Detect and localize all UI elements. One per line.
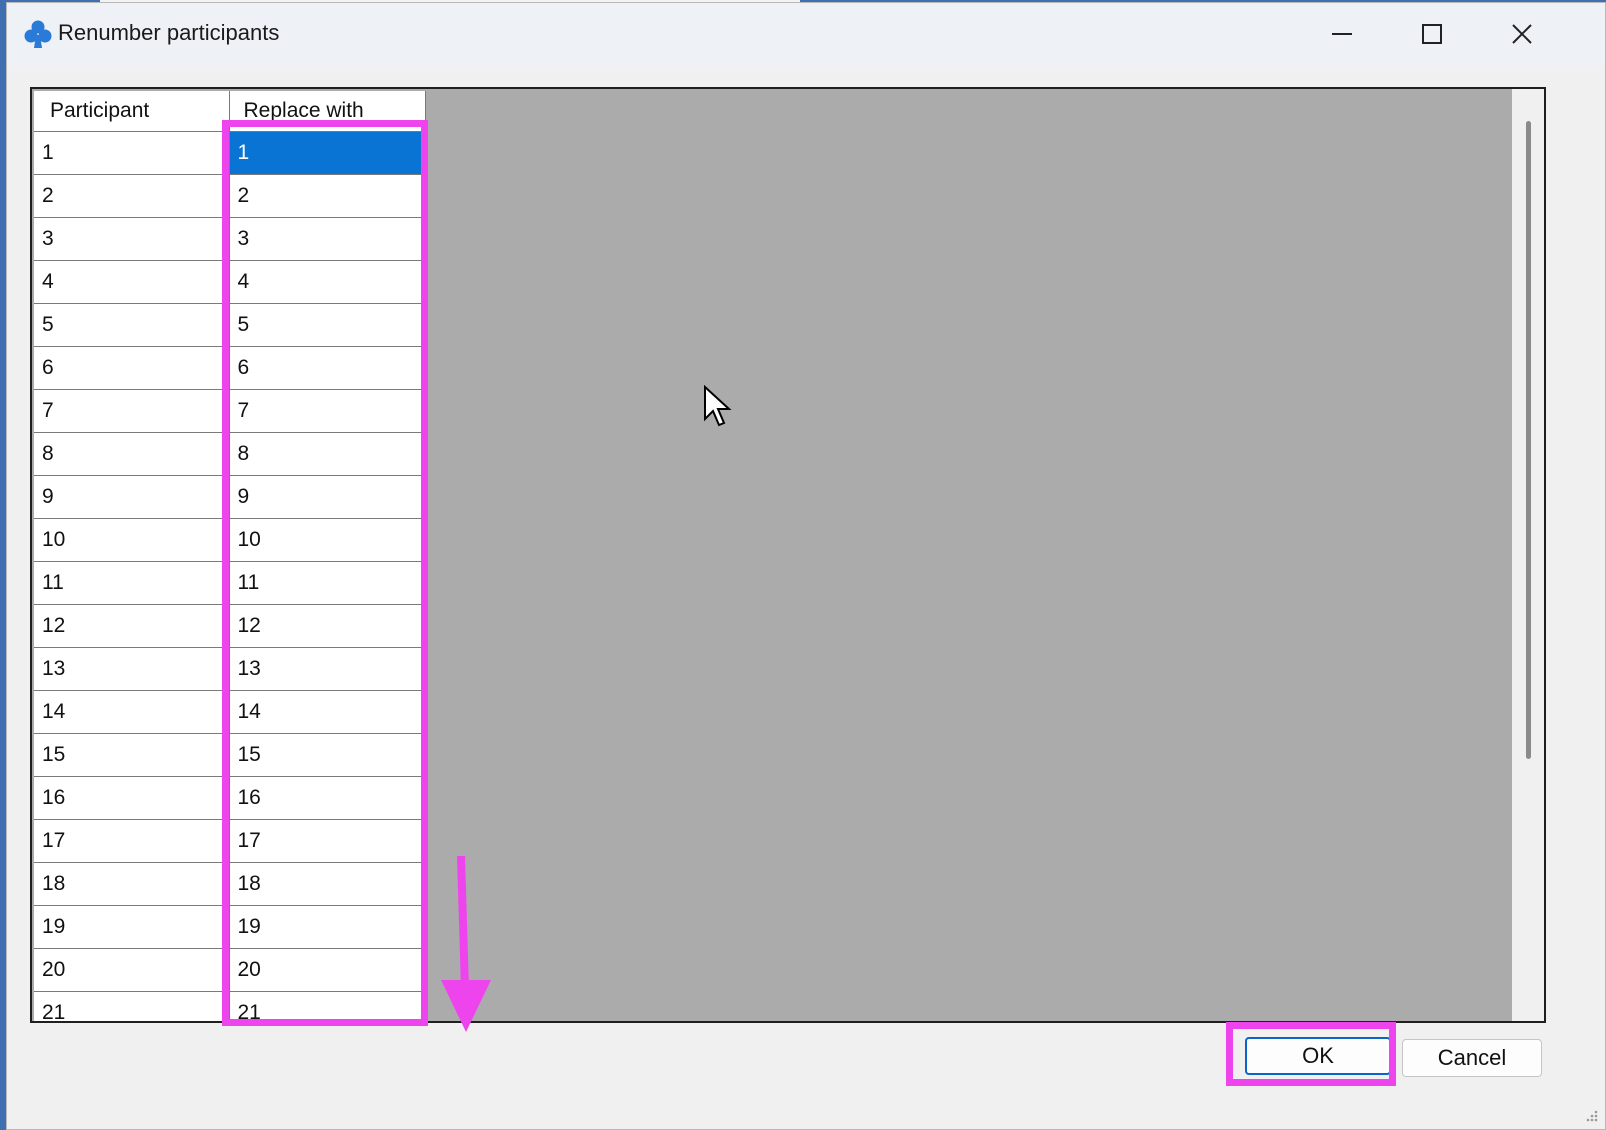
title-bar: Renumber participants: [7, 3, 1605, 65]
table-row[interactable]: 15 15: [34, 732, 426, 777]
table-row[interactable]: 11: [34, 130, 426, 175]
participant-cell[interactable]: 17: [34, 818, 230, 863]
vertical-scrollbar[interactable]: [1512, 89, 1544, 1021]
replace-with-cell[interactable]: 10: [228, 517, 426, 562]
table-row[interactable]: 13 13: [34, 646, 426, 691]
replace-with-cell[interactable]: 6: [228, 345, 426, 390]
renumber-dialog: Renumber participants Participant Replac…: [6, 2, 1606, 1130]
table-row[interactable]: 18 18: [34, 861, 426, 906]
table-row[interactable]: 21 21: [34, 990, 426, 1021]
participant-cell[interactable]: 11: [34, 560, 230, 605]
maximize-button[interactable]: [1387, 3, 1477, 65]
participant-cell[interactable]: 1: [34, 130, 230, 175]
participant-cell[interactable]: 4: [34, 259, 230, 304]
table-row[interactable]: 11 11: [34, 560, 426, 605]
replace-with-cell[interactable]: 2: [228, 173, 426, 218]
replace-with-cell[interactable]: 19: [228, 904, 426, 949]
replace-with-cell[interactable]: 14: [228, 689, 426, 734]
close-icon: [1512, 24, 1532, 44]
cancel-button[interactable]: Cancel: [1402, 1039, 1542, 1077]
maximize-icon: [1422, 24, 1442, 44]
participant-cell[interactable]: 16: [34, 775, 230, 820]
participant-cell[interactable]: 18: [34, 861, 230, 906]
replace-with-cell[interactable]: 13: [228, 646, 426, 691]
header-row: Participant Replace with: [34, 91, 426, 132]
dialog-title: Renumber participants: [58, 20, 280, 45]
replace-with-cell[interactable]: 21: [228, 990, 426, 1021]
minimize-button[interactable]: [1297, 3, 1387, 65]
participant-cell[interactable]: 15: [34, 732, 230, 777]
replace-with-cell[interactable]: 15: [228, 732, 426, 777]
table-row[interactable]: 22: [34, 173, 426, 218]
participant-cell[interactable]: 20: [34, 947, 230, 992]
participant-cell[interactable]: 21: [34, 990, 230, 1021]
replace-with-cell[interactable]: 5: [228, 302, 426, 347]
table-row[interactable]: 19 19: [34, 904, 426, 949]
participant-cell[interactable]: 5: [34, 302, 230, 347]
table-row[interactable]: 14 14: [34, 689, 426, 734]
table-row[interactable]: 10 10: [34, 517, 426, 562]
participant-cell[interactable]: 3: [34, 216, 230, 261]
table-row[interactable]: 33: [34, 216, 426, 261]
scrollbar-thumb[interactable]: [1526, 121, 1531, 759]
close-button[interactable]: [1477, 3, 1567, 65]
replace-with-cell[interactable]: 4: [228, 259, 426, 304]
minimize-icon: [1332, 33, 1352, 35]
replace-with-cell[interactable]: 17: [228, 818, 426, 863]
table-row[interactable]: 88: [34, 431, 426, 476]
table-row[interactable]: 12 12: [34, 603, 426, 648]
participant-cell[interactable]: 13: [34, 646, 230, 691]
participant-cell[interactable]: 6: [34, 345, 230, 390]
replace-with-cell[interactable]: 18: [228, 861, 426, 906]
mouse-pointer-icon: [704, 385, 732, 427]
participant-cell[interactable]: 12: [34, 603, 230, 648]
table-row[interactable]: 77: [34, 388, 426, 433]
participant-cell[interactable]: 19: [34, 904, 230, 949]
table-row[interactable]: 55: [34, 302, 426, 347]
participant-cell[interactable]: 14: [34, 689, 230, 734]
table-row[interactable]: 44: [34, 259, 426, 304]
replace-with-cell[interactable]: 1: [228, 130, 426, 175]
replace-with-cell[interactable]: 12: [228, 603, 426, 648]
table-row[interactable]: 99: [34, 474, 426, 519]
participant-cell[interactable]: 10: [34, 517, 230, 562]
renumber-table: Participant Replace with 112233445566778…: [34, 91, 426, 1021]
replace-with-cell[interactable]: 9: [228, 474, 426, 519]
table-row[interactable]: 20 20: [34, 947, 426, 992]
replace-with-cell[interactable]: 3: [228, 216, 426, 261]
table-row[interactable]: 66: [34, 345, 426, 390]
participant-cell[interactable]: 7: [34, 388, 230, 433]
grid-body: 1 1 2 2 3 3 4 4 5 5 6 6 7 7 8 8 9 9 10 10 11 11 12 12 13 13 14 14 15…: [34, 130, 426, 1021]
column-header-replace-with[interactable]: Replace with: [228, 91, 426, 132]
table-row[interactable]: 17 17: [34, 818, 426, 863]
ok-button[interactable]: OK: [1245, 1037, 1391, 1075]
replace-with-cell[interactable]: 8: [228, 431, 426, 476]
resize-grip-icon[interactable]: [1583, 1107, 1599, 1123]
participants-grid: Participant Replace with 112233445566778…: [30, 87, 1546, 1023]
participant-cell[interactable]: 9: [34, 474, 230, 519]
replace-with-cell[interactable]: 20: [228, 947, 426, 992]
replace-with-cell[interactable]: 16: [228, 775, 426, 820]
participant-cell[interactable]: 8: [34, 431, 230, 476]
participant-cell[interactable]: 2: [34, 173, 230, 218]
column-header-participant[interactable]: Participant: [34, 91, 230, 132]
replace-with-cell[interactable]: 11: [228, 560, 426, 605]
replace-with-cell[interactable]: 7: [228, 388, 426, 433]
table-row[interactable]: 16 16: [34, 775, 426, 820]
club-icon: [24, 20, 52, 48]
